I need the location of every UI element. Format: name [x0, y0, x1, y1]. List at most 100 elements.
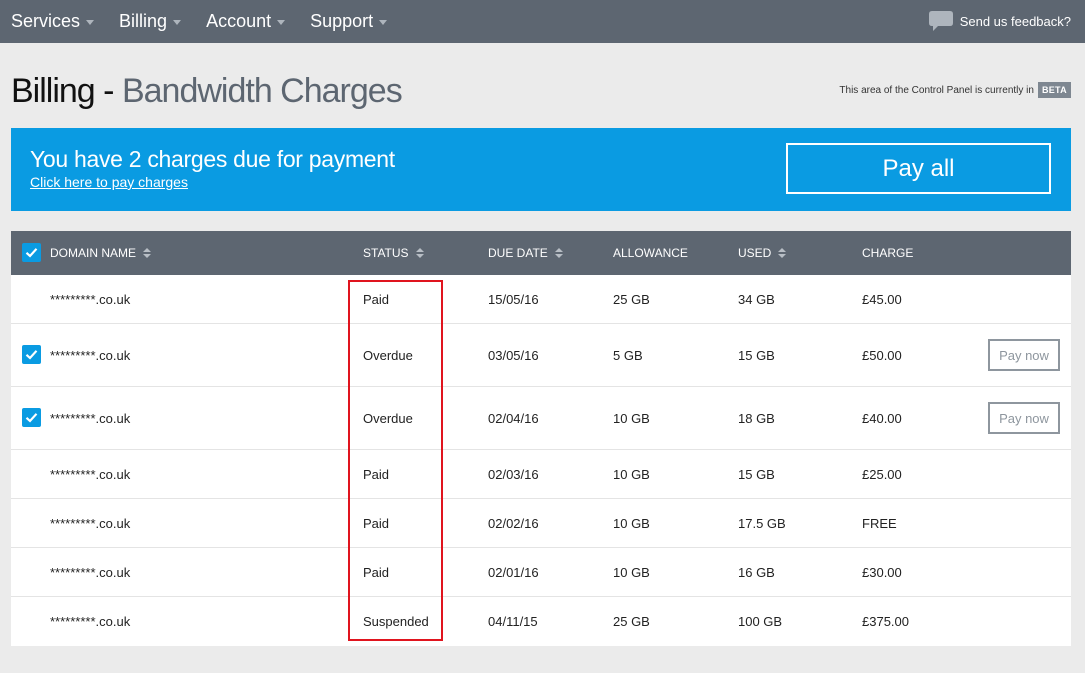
domain-name: *********.co.uk: [50, 516, 131, 531]
page-title-section: Billing: [11, 72, 96, 110]
sort-icon: [415, 248, 424, 258]
charges-table: DOMAIN NAME STATUS DUE DATE ALLOWANCE US…: [11, 231, 1071, 646]
domain-name: *********.co.uk: [50, 467, 131, 482]
sort-icon: [143, 248, 152, 258]
allowance-value: 25 GB: [613, 614, 650, 629]
column-header-label: ALLOWANCE: [613, 246, 688, 260]
used-value: 17.5 GB: [738, 516, 786, 531]
check-icon: [25, 350, 38, 360]
status-value: Paid: [363, 467, 390, 482]
due-date-value: 02/03/16: [488, 467, 539, 482]
column-header-allowance: ALLOWANCE: [613, 246, 688, 260]
column-header-label: DOMAIN NAME: [50, 246, 137, 260]
check-icon: [25, 413, 38, 423]
row-checkbox[interactable]: [22, 408, 41, 427]
allowance-value: 5 GB: [613, 348, 643, 363]
status-value: Overdue: [363, 348, 413, 363]
charge-value: £50.00: [862, 348, 902, 363]
nav-account-label: Account: [206, 11, 272, 31]
status-value: Paid: [363, 516, 390, 531]
allowance-value: 10 GB: [613, 565, 650, 580]
nav-support[interactable]: Support: [310, 11, 388, 32]
charge-value: £30.00: [862, 565, 902, 580]
feedback-label: Send us feedback?: [959, 13, 1071, 29]
select-all-checkbox[interactable]: [22, 243, 41, 262]
domain-name: *********.co.uk: [50, 614, 131, 629]
pay-now-button[interactable]: Pay now: [988, 402, 1060, 434]
charge-value: £375.00: [862, 614, 909, 629]
table-row: *********.co.uk Paid 15/05/16 25 GB 34 G…: [11, 275, 1071, 324]
table-row: *********.co.uk Overdue 02/04/16 10 GB 1…: [11, 387, 1071, 450]
used-value: 15 GB: [738, 348, 775, 363]
column-header-label: USED: [738, 246, 772, 260]
chevron-down-icon: [173, 20, 182, 25]
due-date-value: 04/11/15: [488, 614, 538, 629]
row-checkbox[interactable]: [22, 345, 41, 364]
due-date-value: 02/02/16: [488, 516, 539, 531]
feedback-link[interactable]: Send us feedback?: [928, 11, 1071, 31]
charge-value: £40.00: [862, 411, 902, 426]
domain-name: *********.co.uk: [50, 292, 131, 307]
allowance-value: 25 GB: [613, 292, 650, 307]
pay-all-button[interactable]: Pay all: [786, 143, 1051, 194]
beta-badge: BETA: [1037, 82, 1071, 98]
nav-support-label: Support: [310, 11, 374, 31]
column-header-label: CHARGE: [862, 246, 914, 260]
beta-note-text: This area of the Control Panel is curren…: [839, 84, 1034, 96]
chevron-down-icon: [277, 20, 286, 25]
column-header-label: STATUS: [363, 246, 409, 260]
used-value: 15 GB: [738, 467, 775, 482]
beta-notice: This area of the Control Panel is curren…: [839, 82, 1071, 98]
due-date-value: 15/05/16: [488, 292, 539, 307]
pay-charges-link[interactable]: Click here to pay charges: [30, 174, 188, 190]
sort-icon: [778, 248, 787, 258]
allowance-value: 10 GB: [613, 516, 650, 531]
table-row: *********.co.uk Suspended 04/11/15 25 GB…: [11, 597, 1071, 646]
table-row: *********.co.uk Paid 02/01/16 10 GB 16 G…: [11, 548, 1071, 597]
domain-name: *********.co.uk: [50, 348, 131, 363]
column-header-due-date[interactable]: DUE DATE: [488, 246, 563, 260]
nav-billing-label: Billing: [119, 11, 168, 31]
check-icon: [25, 248, 38, 258]
due-date-value: 02/04/16: [488, 411, 539, 426]
charge-value: FREE: [862, 516, 897, 531]
speech-bubble-icon: [928, 11, 953, 31]
page-title: Billing - Bandwidth Charges: [11, 72, 403, 111]
status-value: Suspended: [363, 614, 429, 629]
used-value: 100 GB: [738, 614, 783, 629]
due-date-value: 03/05/16: [488, 348, 539, 363]
table-row: *********.co.uk Paid 02/03/16 10 GB 15 G…: [11, 450, 1071, 499]
sort-icon: [554, 248, 563, 258]
nav-services-label: Services: [11, 11, 81, 31]
domain-name: *********.co.uk: [50, 565, 131, 580]
due-date-value: 02/01/16: [488, 565, 539, 580]
table-header: DOMAIN NAME STATUS DUE DATE ALLOWANCE US…: [11, 231, 1071, 275]
table-row: *********.co.uk Paid 02/02/16 10 GB 17.5…: [11, 499, 1071, 548]
column-header-label: DUE DATE: [488, 246, 548, 260]
chevron-down-icon: [379, 20, 388, 25]
allowance-value: 10 GB: [613, 411, 650, 426]
table-row: *********.co.uk Overdue 03/05/16 5 GB 15…: [11, 324, 1071, 387]
domain-name: *********.co.uk: [50, 411, 131, 426]
nav-account[interactable]: Account: [206, 11, 286, 32]
chevron-down-icon: [86, 20, 95, 25]
charge-value: £25.00: [862, 467, 902, 482]
banner-heading: You have 2 charges due for payment: [30, 146, 395, 172]
charge-value: £45.00: [862, 292, 902, 307]
pay-now-button[interactable]: Pay now: [988, 339, 1060, 371]
top-nav: Services Billing Account Support Send us…: [0, 0, 1085, 43]
nav-billing[interactable]: Billing: [119, 11, 182, 32]
payment-due-banner: You have 2 charges due for payment Click…: [11, 128, 1071, 211]
status-value: Paid: [363, 292, 390, 307]
status-value: Paid: [363, 565, 390, 580]
page-title-name: Bandwidth Charges: [121, 72, 403, 110]
used-value: 18 GB: [738, 411, 775, 426]
page-title-separator: -: [103, 72, 114, 110]
column-header-used[interactable]: USED: [738, 246, 787, 260]
nav-services[interactable]: Services: [11, 11, 95, 32]
column-header-charge: CHARGE: [862, 246, 913, 260]
column-header-domain[interactable]: DOMAIN NAME: [50, 246, 152, 260]
used-value: 16 GB: [738, 565, 775, 580]
status-value: Overdue: [363, 411, 413, 426]
column-header-status[interactable]: STATUS: [363, 246, 424, 260]
